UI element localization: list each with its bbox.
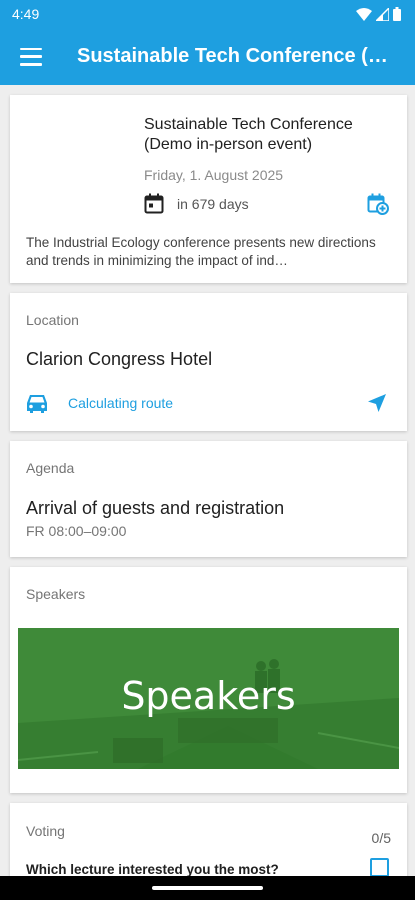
agenda-item-time: FR 08:00–09:00 [26,523,127,539]
event-date: Friday, 1. August 2025 [144,167,284,183]
app-bar: Sustainable Tech Conference (Demo in-per… [0,28,415,85]
speakers-card: Speakers Speakers [10,567,407,793]
route-status-text: Calculating route [68,395,174,411]
menu-icon[interactable] [20,47,42,66]
signal-icon [376,7,389,21]
battery-icon [393,7,401,21]
status-icons [356,7,401,21]
navigate-button[interactable] [367,393,387,418]
agenda-item-title: Arrival of guests and registration [26,498,285,518]
status-time: 4:49 [12,6,40,22]
status-bar: 4:49 [0,0,415,28]
navigation-arrow-icon [368,394,386,412]
speakers-banner-text: Speakers [121,674,296,718]
voting-question: Which lecture interested you the most? [26,862,279,877]
voting-count: 0/5 [371,830,391,846]
system-nav-bar [0,876,415,900]
route-row[interactable]: Calculating route [26,393,173,413]
agenda-label: Agenda [26,460,75,476]
location-name: Clarion Congress Hotel [26,349,213,369]
location-label: Location [26,312,79,328]
location-card: Location Clarion Congress Hotel Calculat… [10,293,407,431]
event-description: The Industrial Ecology conference presen… [26,235,376,268]
voting-card: Voting 0/5 Which lecture interested you … [10,803,407,883]
home-gesture-handle[interactable] [152,886,263,890]
car-icon [27,395,47,413]
page-title: Sustainable Tech Conference (Demo in-per… [77,45,397,67]
event-title: Sustainable Tech Conference (Demo in-per… [144,116,353,153]
days-until-text: in 679 days [177,195,249,212]
voting-checkbox[interactable] [370,858,389,877]
add-to-calendar-button[interactable] [367,193,389,220]
calendar-add-icon [367,193,389,215]
event-card: Sustainable Tech Conference (Demo in-per… [10,95,407,283]
calendar-icon [144,193,164,214]
speakers-banner[interactable]: Speakers [18,628,399,769]
speakers-label: Speakers [26,586,86,602]
voting-label: Voting [26,823,65,839]
days-until-row: in 679 days [144,193,249,214]
wifi-icon [356,7,372,21]
agenda-card[interactable]: Agenda Arrival of guests and registratio… [10,441,407,557]
